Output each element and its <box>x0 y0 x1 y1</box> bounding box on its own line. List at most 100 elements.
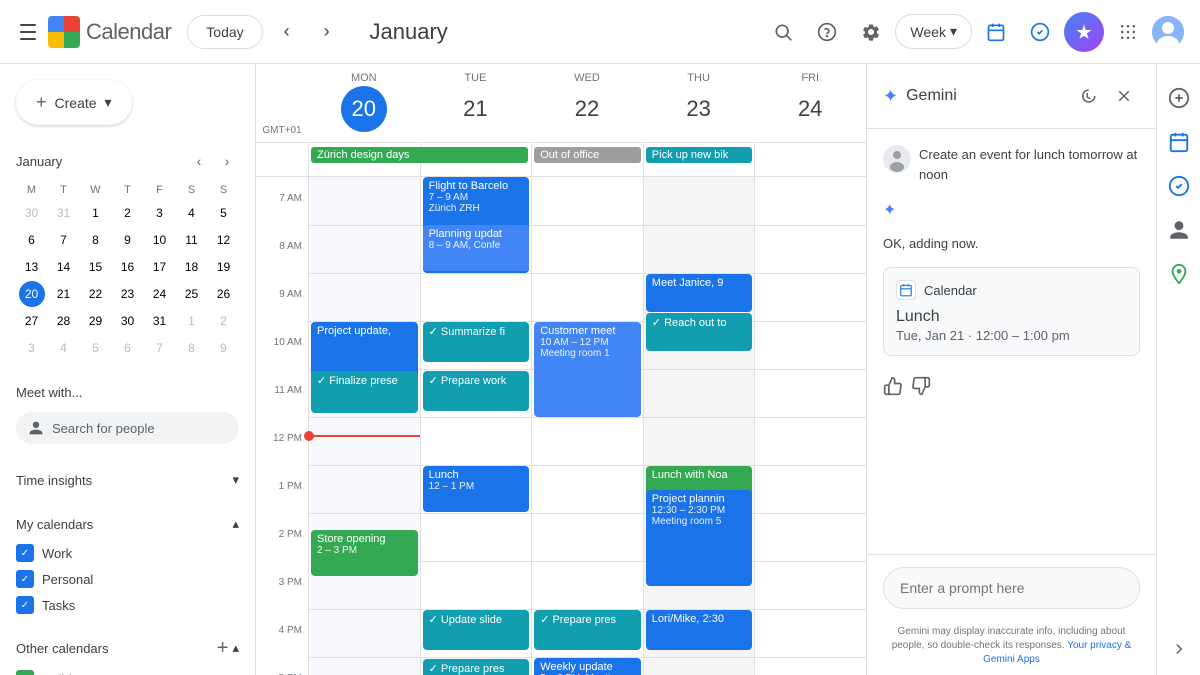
menu-icon[interactable] <box>16 20 40 44</box>
event-lunch-tue[interactable]: Lunch 12 – 1 PM <box>423 466 530 512</box>
event-prepare-pres-tue[interactable]: ✓ Prepare pres <box>423 659 530 675</box>
mini-cal-day[interactable]: 1 <box>179 308 205 334</box>
mini-cal-day[interactable]: 17 <box>147 254 173 280</box>
event-project-planning[interactable]: Project plannin 12:30 – 2:30 PM Meeting … <box>646 490 753 586</box>
day-header-thu[interactable]: THU 23 <box>643 64 755 142</box>
gemini-prompt-input[interactable] <box>883 567 1140 609</box>
meet-with-header[interactable]: Meet with... <box>16 377 239 408</box>
mini-cal-day[interactable]: 5 <box>211 200 237 226</box>
calendar-work[interactable]: ✓ Work <box>16 540 239 566</box>
apps-button[interactable] <box>1108 12 1148 52</box>
create-button[interactable]: + Create ▾ <box>16 80 132 125</box>
day-header-wed[interactable]: WED 22 <box>531 64 643 142</box>
next-nav-arrow[interactable]: › <box>311 16 343 48</box>
event-lori-mike[interactable]: Lori/Mike, 2:30 <box>646 610 753 650</box>
tasks-button[interactable] <box>1020 12 1060 52</box>
mini-cal-day-today[interactable]: 20 <box>19 281 45 307</box>
event-finalize-pres[interactable]: ✓ Finalize prese <box>311 371 418 413</box>
day-header-fri[interactable]: FRI 24 <box>754 64 866 142</box>
zurich-design-days-event[interactable]: Zürich design days <box>311 147 528 163</box>
calendar-personal[interactable]: ✓ Personal <box>16 566 239 592</box>
gemini-event-card[interactable]: Calendar Lunch Tue, Jan 21 · 12:00 – 1:0… <box>883 267 1140 356</box>
mini-cal-day[interactable]: 31 <box>147 308 173 334</box>
right-calendar-button[interactable] <box>1161 124 1197 160</box>
search-button[interactable] <box>763 12 803 52</box>
mini-cal-next[interactable]: › <box>215 149 239 173</box>
mini-cal-day[interactable]: 27 <box>19 308 45 334</box>
mini-cal-day[interactable]: 3 <box>19 335 45 361</box>
mini-cal-day[interactable]: 24 <box>147 281 173 307</box>
right-expand-button[interactable] <box>1161 631 1197 667</box>
mini-cal-day[interactable]: 30 <box>115 308 141 334</box>
mini-cal-day[interactable]: 3 <box>147 200 173 226</box>
calendar-view-button[interactable] <box>976 12 1016 52</box>
mini-cal-day[interactable]: 6 <box>115 335 141 361</box>
time-insights-header[interactable]: Time insights ▾ <box>16 464 239 496</box>
mini-cal-day[interactable]: 8 <box>179 335 205 361</box>
help-button[interactable] <box>807 12 847 52</box>
mini-cal-day[interactable]: 4 <box>51 335 77 361</box>
right-tasks-button[interactable] <box>1161 168 1197 204</box>
gemini-history-button[interactable] <box>1072 80 1104 112</box>
mini-cal-day[interactable]: 21 <box>51 281 77 307</box>
mini-cal-day[interactable]: 9 <box>211 335 237 361</box>
add-calendar-button[interactable]: + <box>217 638 229 658</box>
mini-cal-day[interactable]: 19 <box>211 254 237 280</box>
avatar[interactable] <box>1152 16 1184 48</box>
thumbs-down-button[interactable] <box>911 376 931 401</box>
mini-cal-day[interactable]: 9 <box>115 227 141 253</box>
settings-button[interactable] <box>851 12 891 52</box>
day-header-mon[interactable]: MON 20 <box>308 64 420 142</box>
my-calendars-header[interactable]: My calendars ▴ <box>16 508 239 540</box>
gemini-button[interactable] <box>1064 12 1104 52</box>
calendar-holidays[interactable]: ✓ Holidays <box>16 666 239 675</box>
week-view-button[interactable]: Week ▾ <box>895 14 972 49</box>
event-store-opening[interactable]: Store opening 2 – 3 PM <box>311 530 418 576</box>
mini-cal-day[interactable]: 28 <box>51 308 77 334</box>
mini-cal-day[interactable]: 6 <box>19 227 45 253</box>
mini-cal-day[interactable]: 29 <box>83 308 109 334</box>
mini-cal-day[interactable]: 18 <box>179 254 205 280</box>
event-summarize-fi[interactable]: ✓ Summarize fi <box>423 322 530 362</box>
mini-cal-day[interactable]: 30 <box>19 200 45 226</box>
mini-cal-day[interactable]: 15 <box>83 254 109 280</box>
event-planning-update[interactable]: Planning updat 8 – 9 AM, Confe <box>423 225 530 271</box>
mini-cal-day[interactable]: 13 <box>19 254 45 280</box>
calendar-tasks[interactable]: ✓ Tasks <box>16 592 239 618</box>
mini-cal-day[interactable]: 25 <box>179 281 205 307</box>
mini-cal-day[interactable]: 23 <box>115 281 141 307</box>
mini-cal-day[interactable]: 14 <box>51 254 77 280</box>
mini-cal-day[interactable]: 5 <box>83 335 109 361</box>
mini-cal-day[interactable]: 8 <box>83 227 109 253</box>
mini-cal-day[interactable]: 31 <box>51 200 77 226</box>
mini-cal-day[interactable]: 2 <box>211 308 237 334</box>
mini-cal-day[interactable]: 10 <box>147 227 173 253</box>
event-meet-janice[interactable]: Meet Janice, 9 <box>646 274 753 312</box>
mini-cal-day[interactable]: 16 <box>115 254 141 280</box>
mini-cal-day[interactable]: 22 <box>83 281 109 307</box>
mini-cal-day[interactable]: 1 <box>83 200 109 226</box>
event-reach-out[interactable]: ✓ Reach out to <box>646 313 753 351</box>
mini-cal-day[interactable]: 7 <box>51 227 77 253</box>
other-calendars-header[interactable]: Other calendars + ▴ <box>16 630 239 666</box>
today-button[interactable]: Today <box>187 15 262 49</box>
gemini-close-button[interactable] <box>1108 80 1140 112</box>
mini-cal-day[interactable]: 2 <box>115 200 141 226</box>
right-people-button[interactable] <box>1161 212 1197 248</box>
mini-cal-day[interactable]: 26 <box>211 281 237 307</box>
search-people-input[interactable]: Search for people <box>16 412 239 444</box>
mini-cal-day[interactable]: 11 <box>179 227 205 253</box>
mini-cal-day[interactable]: 4 <box>179 200 205 226</box>
day-header-tue[interactable]: TUE 21 <box>420 64 532 142</box>
add-event-button[interactable] <box>1161 80 1197 116</box>
event-weekly-update[interactable]: Weekly update 5 – 6 PM, Meeti <box>534 658 641 675</box>
event-prepare-pres-wed[interactable]: ✓ Prepare pres <box>534 610 641 650</box>
pick-up-bike-event[interactable]: Pick up new bik <box>646 147 753 163</box>
right-maps-button[interactable] <box>1161 256 1197 292</box>
thumbs-up-button[interactable] <box>883 376 903 401</box>
prev-nav-arrow[interactable]: ‹ <box>271 16 303 48</box>
event-prepare-work[interactable]: ✓ Prepare work <box>423 371 530 411</box>
out-of-office-event[interactable]: Out of office <box>534 147 641 163</box>
mini-cal-day[interactable]: 12 <box>211 227 237 253</box>
event-customer-meet[interactable]: Customer meet 10 AM – 12 PM Meeting room… <box>534 322 641 417</box>
